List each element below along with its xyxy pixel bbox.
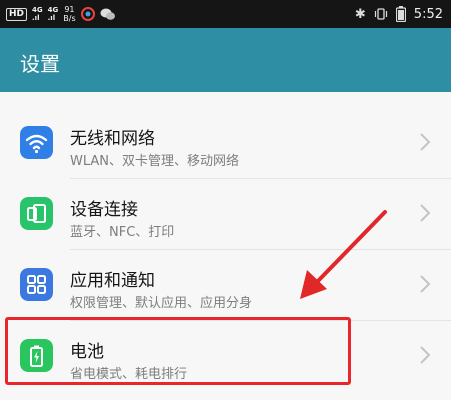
annotation-arrow-icon — [300, 210, 387, 299]
